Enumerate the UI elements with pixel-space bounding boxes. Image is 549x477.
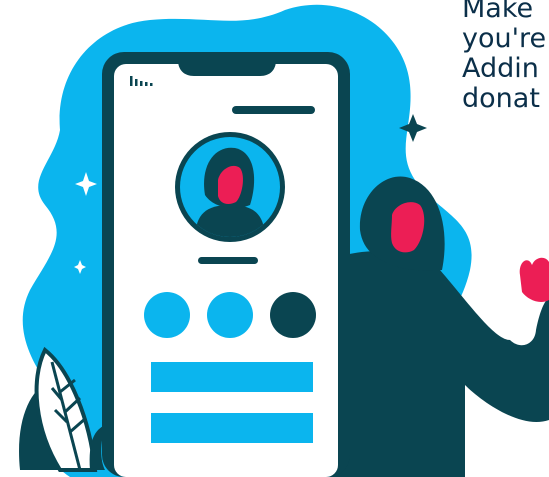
avatar[interactable] bbox=[175, 132, 285, 242]
caption-line: Make bbox=[462, 0, 534, 24]
caption-line: you're bbox=[462, 23, 547, 54]
profile-option-circle[interactable] bbox=[207, 292, 253, 338]
header-title-line bbox=[232, 106, 315, 114]
profile-option-circle[interactable] bbox=[270, 292, 316, 338]
profile-option-circle[interactable] bbox=[144, 292, 190, 338]
profile-name-line bbox=[198, 257, 258, 264]
caption-text: Make you're Addin donat bbox=[462, 0, 549, 114]
action-button-primary[interactable] bbox=[151, 362, 313, 392]
caption-line: Addin bbox=[462, 53, 539, 84]
person-figure bbox=[330, 176, 549, 477]
caption-line: donat bbox=[462, 83, 540, 114]
action-button-secondary[interactable] bbox=[151, 413, 313, 443]
phone-device bbox=[102, 52, 350, 477]
